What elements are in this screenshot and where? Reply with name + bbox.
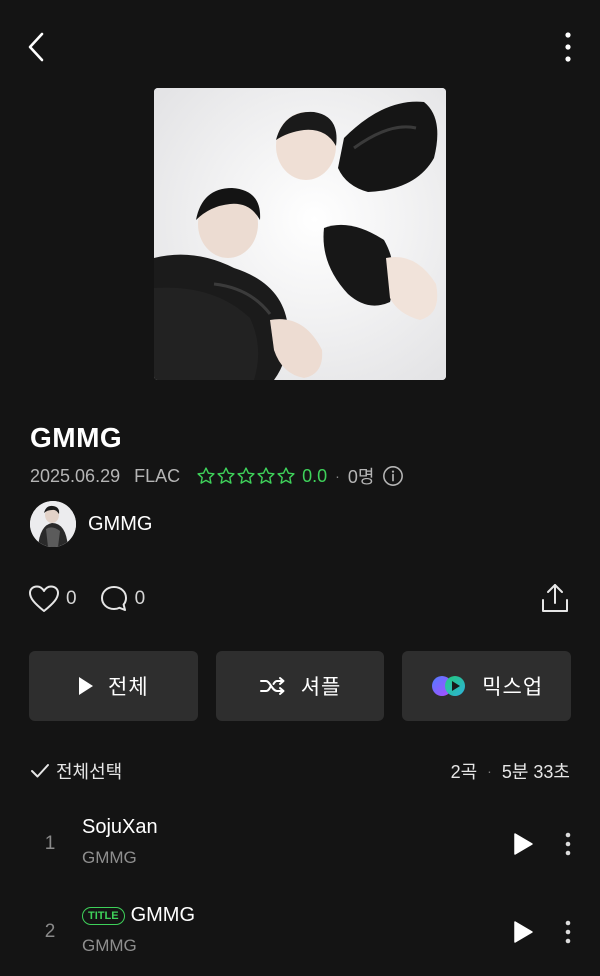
artist-name: GMMG (88, 512, 153, 535)
play-all-button[interactable]: 전체 (29, 651, 198, 721)
select-all-label: 전체선택 (56, 762, 123, 782)
album-title: GMMG (30, 422, 123, 453)
release-date: 2025.06.29 (30, 465, 121, 486)
rating-score: 0.0 (302, 465, 328, 486)
star-outline-icon (217, 467, 235, 484)
track-more-button[interactable] (558, 831, 578, 857)
rating-stars[interactable]: 0.0 (196, 466, 327, 487)
track-play-button[interactable] (510, 919, 536, 945)
like-count: 0 (66, 588, 77, 609)
shuffle-icon (259, 677, 285, 695)
artist-row[interactable]: GMMG (30, 500, 152, 548)
track-title-wrap: TITLE GMMG (82, 904, 195, 927)
select-all-button[interactable]: 전체선택 (30, 758, 122, 784)
vertical-dots-icon (565, 832, 571, 856)
meta-separator: · (335, 468, 340, 484)
star-outline-icon (197, 467, 215, 484)
track-number: 1 (44, 833, 56, 854)
track-title: GMMG (130, 904, 195, 926)
track-row[interactable]: 2 TITLE GMMG GMMG (0, 894, 600, 974)
info-circle-icon (383, 466, 404, 486)
social-row: 0 0 (28, 582, 145, 616)
track-summary: 2곡 · 5분 33초 (451, 758, 570, 784)
top-bar (0, 0, 600, 92)
title-track-badge: TITLE (82, 906, 125, 925)
share-upload-icon (542, 584, 568, 612)
track-row[interactable]: 1 SojuXan GMMG (0, 806, 600, 886)
album-cover[interactable] (154, 88, 446, 380)
album-cover-art (154, 88, 446, 380)
play-icon (514, 921, 533, 943)
comment-bubble-icon (100, 586, 127, 611)
rating-count: 0명 (347, 467, 375, 487)
comment-count: 0 (134, 588, 146, 609)
track-more-button[interactable] (558, 919, 578, 945)
summary-separator: · (487, 763, 492, 779)
track-artist: GMMG (82, 848, 137, 867)
shuffle-button[interactable]: 셔플 (215, 651, 385, 721)
star-outline-icon (237, 467, 255, 484)
back-button[interactable] (22, 30, 52, 64)
avatar (30, 501, 76, 547)
track-title: SojuXan (82, 816, 158, 838)
track-number: 2 (44, 921, 56, 942)
share-button[interactable] (538, 582, 572, 616)
mixup-label: 믹스업 (482, 676, 544, 699)
play-icon (79, 677, 94, 695)
total-duration: 5분 33초 (501, 762, 570, 782)
track-count: 2곡 (450, 762, 478, 782)
album-meta: 2025.06.29 FLAC 0.0 · 0명 (30, 462, 404, 490)
track-artist: GMMG (82, 936, 137, 955)
star-outline-icon (257, 467, 275, 484)
rating-info-button[interactable] (382, 465, 404, 487)
mixup-logo-icon (432, 676, 466, 696)
track-play-button[interactable] (510, 831, 536, 857)
more-options-button[interactable] (548, 30, 578, 64)
play-icon (514, 833, 533, 855)
audio-format: FLAC (134, 465, 181, 486)
mixup-button[interactable]: 믹스업 (402, 651, 572, 721)
vertical-dots-icon (565, 920, 571, 944)
checkmark-icon (31, 764, 49, 778)
track-list-header: 전체선택 2곡 · 5분 33초 (30, 756, 570, 786)
play-all-label: 전체 (108, 676, 149, 699)
like-button[interactable]: 0 (28, 584, 77, 614)
back-arrow-icon (28, 32, 44, 62)
vertical-dots-icon (565, 32, 571, 62)
star-outline-icon (277, 467, 295, 484)
playback-actions: 전체 셔플 믹스업 (29, 651, 572, 721)
comment-button[interactable]: 0 (99, 584, 146, 614)
shuffle-label: 셔플 (300, 676, 342, 699)
artist-avatar-image (30, 501, 76, 547)
heart-outline-icon (29, 585, 59, 612)
